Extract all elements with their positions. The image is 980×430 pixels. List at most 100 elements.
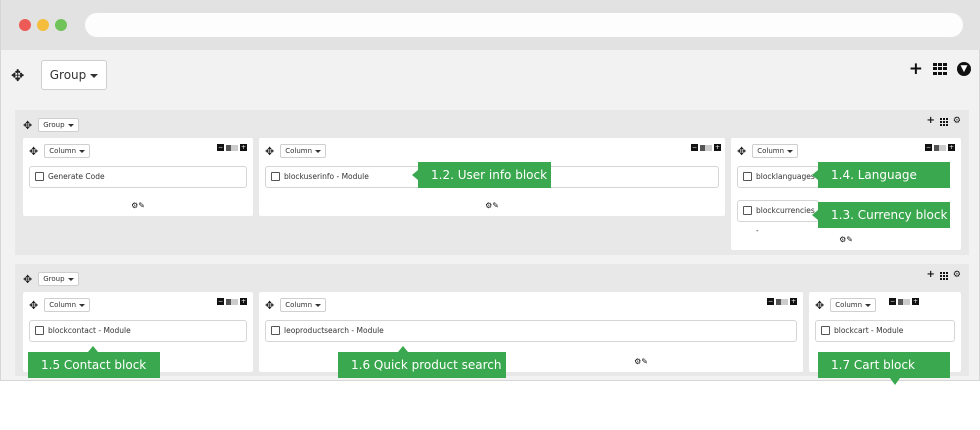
add-group-dropdown[interactable]: Group	[41, 60, 107, 90]
download-icon[interactable]: ▼	[957, 62, 971, 76]
column-dropdown[interactable]: Column	[752, 144, 799, 158]
move-icon[interactable]: ✥	[265, 145, 274, 158]
plus-icon[interactable]: +	[790, 298, 797, 305]
module-label: leoproductsearch - Module	[284, 326, 384, 335]
column-header: ✥ Column	[265, 298, 327, 312]
module-icon	[821, 326, 830, 335]
pencil-icon[interactable]: ✎	[492, 201, 499, 210]
module-item[interactable]: Generate Code	[29, 166, 247, 188]
module-icon	[271, 326, 280, 335]
minus-icon[interactable]: −	[767, 298, 774, 305]
plus-icon[interactable]: +	[714, 144, 721, 151]
plus-icon[interactable]: +	[927, 270, 935, 280]
module-label: blockuserinfo - Module	[284, 172, 369, 181]
plus-icon[interactable]: +	[909, 61, 923, 78]
title-bar	[1, 0, 980, 50]
minus-icon[interactable]: −	[217, 298, 224, 305]
column-dropdown[interactable]: Column	[830, 298, 877, 312]
column-width-control: − +	[691, 144, 721, 151]
maximize-window-dot[interactable]	[55, 19, 67, 31]
module-item[interactable]: blocklanguages	[737, 166, 819, 188]
plus-icon[interactable]: +	[927, 116, 935, 126]
move-icon[interactable]: ✥	[23, 119, 32, 132]
minus-icon[interactable]: −	[217, 144, 224, 151]
module-label: blockcart - Module	[834, 326, 904, 335]
column-header: ✥ Column	[815, 298, 877, 312]
pencil-icon[interactable]: ✎	[138, 201, 145, 210]
move-icon[interactable]: ✥	[23, 273, 32, 286]
row-header: ✥ Group	[23, 118, 79, 132]
callout-label: 1.5 Contact block	[41, 358, 147, 372]
pencil-icon[interactable]: ✎	[846, 235, 853, 244]
gear-icon[interactable]: ⚙	[953, 270, 961, 280]
width-bar	[776, 298, 788, 305]
pencil-icon[interactable]: ✎	[641, 357, 648, 366]
group-dropdown-label: Group	[43, 121, 65, 129]
width-bar	[898, 298, 910, 305]
width-bar	[700, 144, 712, 151]
module-icon	[743, 206, 752, 215]
grid-icon[interactable]	[933, 63, 947, 75]
module-icon	[271, 172, 280, 181]
plus-icon[interactable]: +	[240, 144, 247, 151]
plus-icon[interactable]: +	[912, 298, 919, 305]
grid-icon[interactable]	[939, 271, 948, 280]
column-dropdown[interactable]: Column	[280, 144, 327, 158]
address-bar[interactable]	[85, 13, 963, 37]
callout-label: 1.2. User info block	[431, 168, 548, 182]
callout-label: 1.7 Cart block	[831, 358, 915, 372]
minimize-window-dot[interactable]	[37, 19, 49, 31]
column-width-control: − +	[217, 298, 247, 305]
module-item[interactable]: blockcart - Module	[815, 320, 955, 342]
module-item[interactable]: blockcontact - Module	[29, 320, 247, 342]
chevron-down-icon	[67, 123, 74, 127]
group-dropdown[interactable]: Group	[38, 118, 79, 132]
column-dropdown[interactable]: Column	[44, 144, 91, 158]
column-header: ✥ Column	[29, 298, 91, 312]
column-footer: ⚙✎	[23, 201, 253, 210]
module-label: blockcurrencies -	[756, 206, 815, 235]
move-icon[interactable]: ✥	[265, 299, 274, 312]
column-dropdown-label: Column	[285, 147, 313, 155]
minus-icon[interactable]: −	[925, 144, 932, 151]
move-icon[interactable]: ✥	[11, 66, 24, 85]
move-icon[interactable]: ✥	[29, 299, 38, 312]
grid-icon[interactable]	[939, 117, 948, 126]
column-header: ✥ Column	[737, 144, 799, 158]
module-icon	[35, 326, 44, 335]
move-icon[interactable]: ✥	[29, 145, 38, 158]
plus-icon[interactable]: +	[240, 298, 247, 305]
module-icon	[743, 172, 752, 181]
row-actions: + ⚙	[927, 116, 961, 127]
column-dropdown[interactable]: Column	[44, 298, 91, 312]
module-item[interactable]: blockcurrencies -	[737, 200, 819, 235]
chevron-down-icon	[67, 277, 74, 281]
column-dropdown-label: Column	[757, 147, 785, 155]
move-icon[interactable]: ✥	[815, 299, 824, 312]
chevron-down-icon	[865, 303, 872, 307]
module-item[interactable]: leoproductsearch - Module	[265, 320, 797, 342]
callout-contact: 1.5 Contact block	[28, 346, 160, 378]
column-dropdown[interactable]: Column	[280, 298, 327, 312]
edit-icon	[35, 172, 44, 181]
callout-label: 1.6 Quick product search	[351, 358, 502, 372]
move-icon[interactable]: ✥	[737, 145, 746, 158]
gear-icon[interactable]: ⚙	[953, 116, 961, 126]
group-dropdown-label: Group	[43, 275, 65, 283]
column-width-control: − +	[889, 298, 919, 305]
minus-icon[interactable]: −	[691, 144, 698, 151]
column-footer: ⚙✎	[731, 235, 961, 244]
width-bar	[934, 144, 946, 151]
column-dropdown-label: Column	[835, 301, 863, 309]
column-header: ✥ Column	[29, 144, 91, 158]
column-dropdown-label: Column	[49, 147, 77, 155]
group-dropdown[interactable]: Group	[38, 272, 79, 286]
chevron-down-icon	[315, 149, 322, 153]
column-dropdown-label: Column	[49, 301, 77, 309]
plus-icon[interactable]: +	[948, 144, 955, 151]
close-window-dot[interactable]	[19, 19, 31, 31]
main-actions: + ▼	[909, 61, 971, 78]
column-dropdown-label: Column	[285, 301, 313, 309]
minus-icon[interactable]: −	[889, 298, 896, 305]
chevron-down-icon	[79, 149, 86, 153]
